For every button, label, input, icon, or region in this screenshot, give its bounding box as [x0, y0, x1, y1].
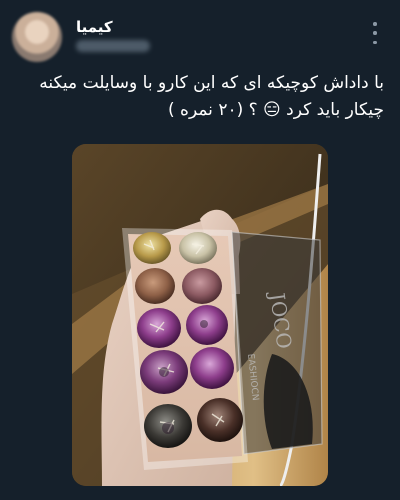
- tweet-text: با داداش کوچیکه ای که این کارو با وسایلت…: [16, 70, 384, 124]
- eyeshadow-palette-photo: JOCO EASHIOCN: [72, 144, 328, 486]
- tweet-photo[interactable]: JOCO EASHIOCN: [72, 144, 328, 486]
- tweet-text-line-2: چیکار باید کرد 😑 ؟ (۲۰ نمره ): [168, 100, 384, 120]
- more-vertical-icon[interactable]: [372, 22, 378, 44]
- author-name[interactable]: کیمیا: [76, 18, 113, 36]
- author-handle-blurred: [76, 40, 150, 52]
- tweet-card[interactable]: کیمیا با داداش کوچیکه ای که این کارو با …: [0, 0, 400, 500]
- avatar[interactable]: [12, 12, 62, 62]
- tweet-text-line-1: با داداش کوچیکه ای که این کارو با وسایلت…: [39, 73, 384, 93]
